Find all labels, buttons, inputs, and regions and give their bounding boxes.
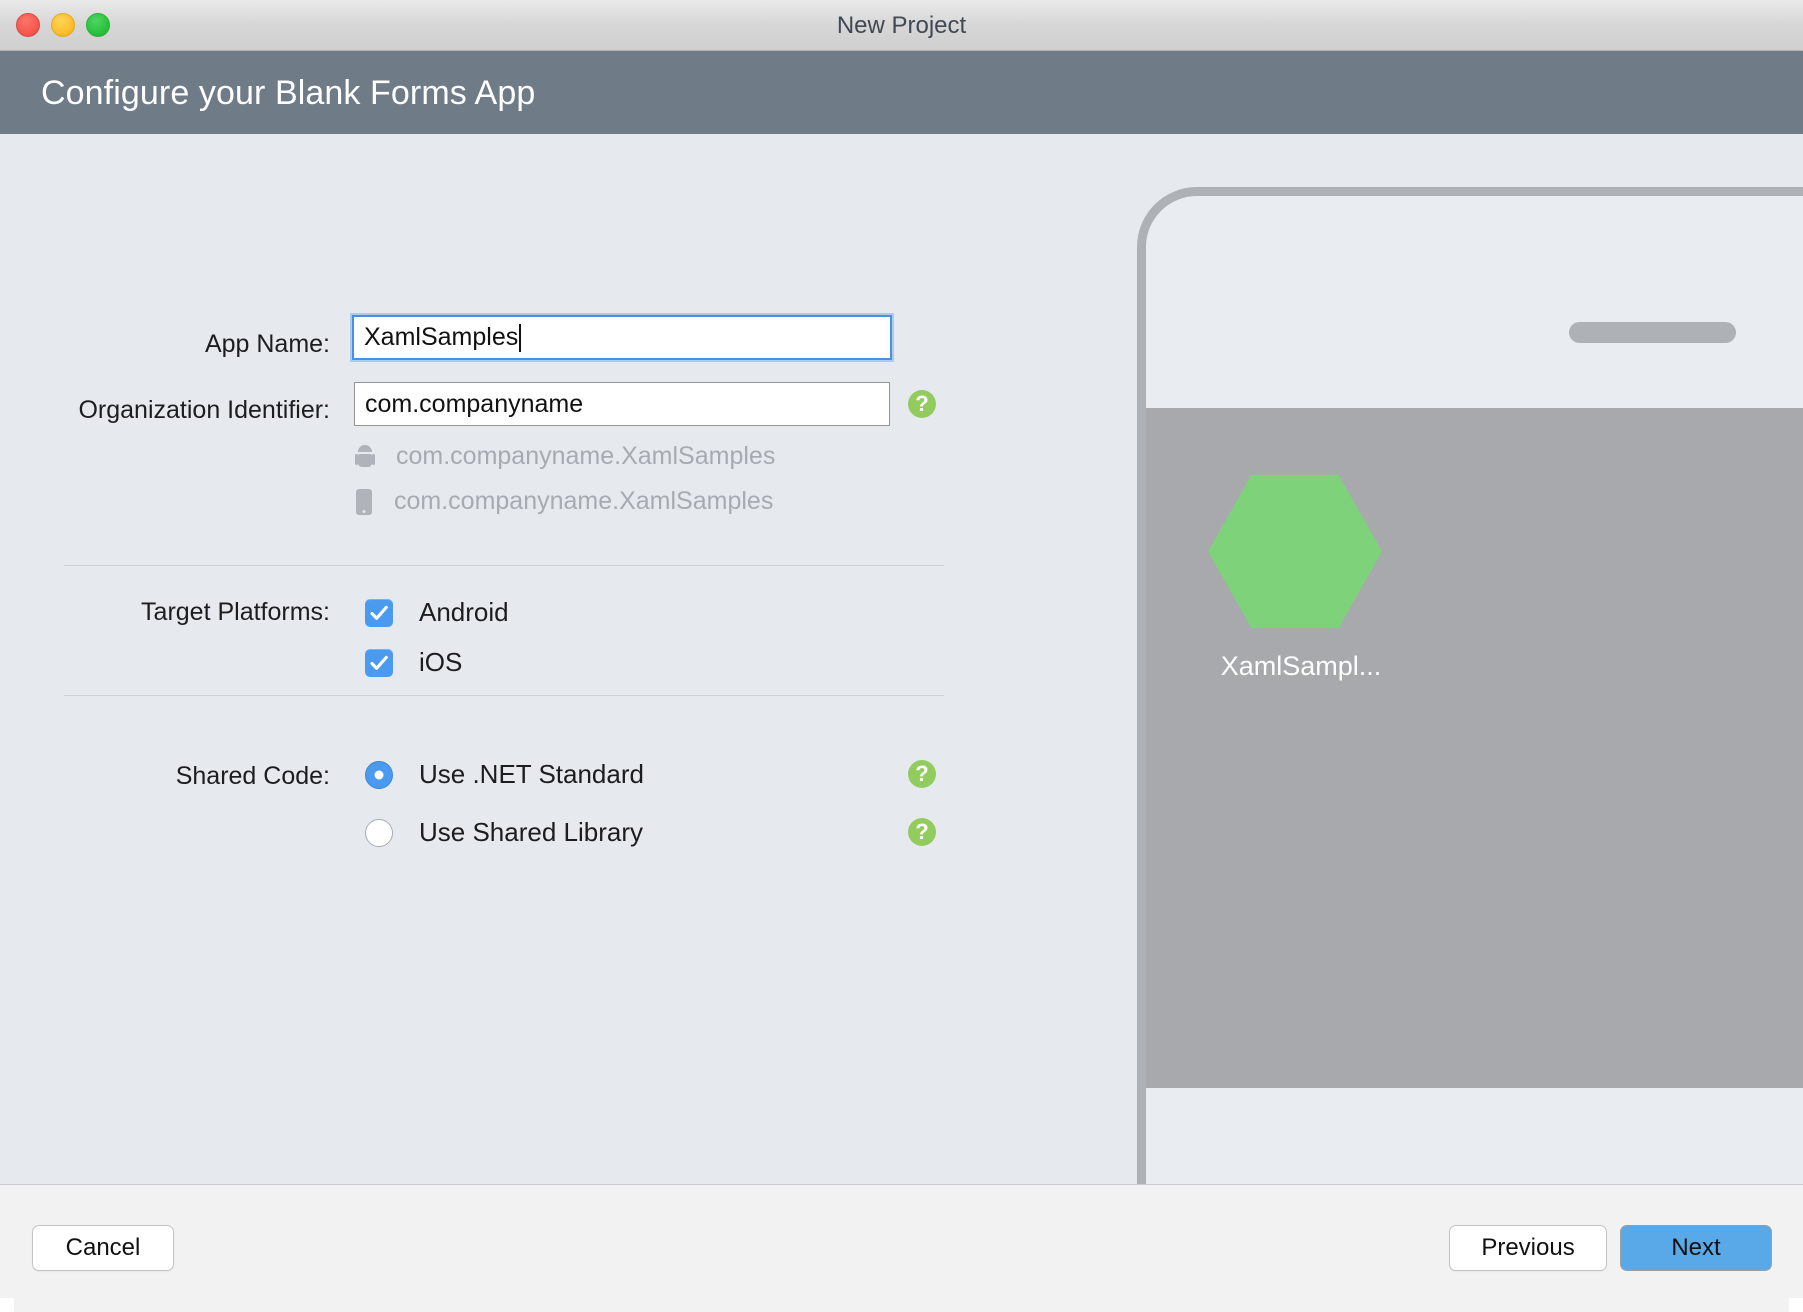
android-checkbox[interactable]	[365, 599, 393, 627]
phone-speaker-icon	[1569, 322, 1736, 343]
target-platforms-label: Target Platforms:	[40, 598, 330, 627]
ios-bundle-id: com.companyname.XamlSamples	[394, 487, 773, 516]
ios-checkbox-label: iOS	[419, 647, 462, 678]
divider-shared-code	[64, 695, 944, 696]
window-titlebar: New Project	[0, 0, 1803, 51]
iphone-icon	[356, 489, 372, 515]
shared-library-radio[interactable]	[365, 819, 393, 847]
divider-platforms	[64, 565, 944, 566]
app-name-value: XamlSamples	[364, 323, 518, 352]
previous-button[interactable]: Previous	[1449, 1225, 1607, 1271]
android-bundle-id: com.companyname.XamlSamples	[396, 442, 775, 471]
organization-identifier-label: Organization Identifier:	[40, 396, 330, 425]
shared-code-option-shared-library-row[interactable]: Use Shared Library	[365, 817, 643, 848]
net-standard-help-icon[interactable]: ?	[908, 760, 936, 788]
app-name-input[interactable]: XamlSamples	[352, 315, 892, 360]
phone-screen: XamlSampl...	[1146, 408, 1803, 1088]
device-preview-panel: XamlSampl...	[1120, 134, 1803, 1184]
text-caret	[519, 324, 521, 352]
net-standard-radio[interactable]	[365, 761, 393, 789]
cancel-button[interactable]: Cancel	[32, 1225, 174, 1271]
android-checkbox-label: Android	[419, 597, 509, 628]
net-standard-radio-label: Use .NET Standard	[419, 759, 644, 790]
app-hexagon-icon	[1208, 470, 1382, 633]
new-project-window: New Project Configure your Blank Forms A…	[0, 0, 1803, 1312]
shared-library-help-icon[interactable]: ?	[908, 818, 936, 846]
organization-identifier-help-icon[interactable]: ?	[908, 390, 936, 418]
phone-mockup: XamlSampl...	[1137, 187, 1803, 1184]
organization-identifier-input[interactable]: com.companyname	[354, 382, 890, 426]
configuration-form: App Name: XamlSamples Organization Ident…	[0, 134, 1000, 1184]
window-corner-left	[0, 1298, 14, 1312]
shared-code-option-net-standard-row[interactable]: Use .NET Standard	[365, 759, 644, 790]
android-robot-icon	[356, 445, 374, 469]
next-button[interactable]: Next	[1620, 1225, 1772, 1271]
organization-identifier-value: com.companyname	[365, 390, 583, 419]
window-corner-right	[1789, 1298, 1803, 1312]
page-title: Configure your Blank Forms App	[41, 74, 535, 113]
wizard-header: Configure your Blank Forms App	[0, 51, 1803, 134]
shared-code-label: Shared Code:	[40, 762, 330, 791]
app-name-label: App Name:	[40, 330, 330, 359]
app-icon-label: XamlSampl...	[1196, 651, 1406, 682]
target-platform-ios-row[interactable]: iOS	[365, 647, 462, 678]
shared-library-radio-label: Use Shared Library	[419, 817, 643, 848]
wizard-footer: Cancel Previous Next	[0, 1184, 1803, 1312]
window-title: New Project	[0, 0, 1803, 51]
wizard-body: App Name: XamlSamples Organization Ident…	[0, 134, 1803, 1184]
target-platform-android-row[interactable]: Android	[365, 597, 509, 628]
android-bundle-preview-row: com.companyname.XamlSamples	[356, 442, 775, 471]
ios-checkbox[interactable]	[365, 649, 393, 677]
ios-bundle-preview-row: com.companyname.XamlSamples	[356, 487, 773, 516]
